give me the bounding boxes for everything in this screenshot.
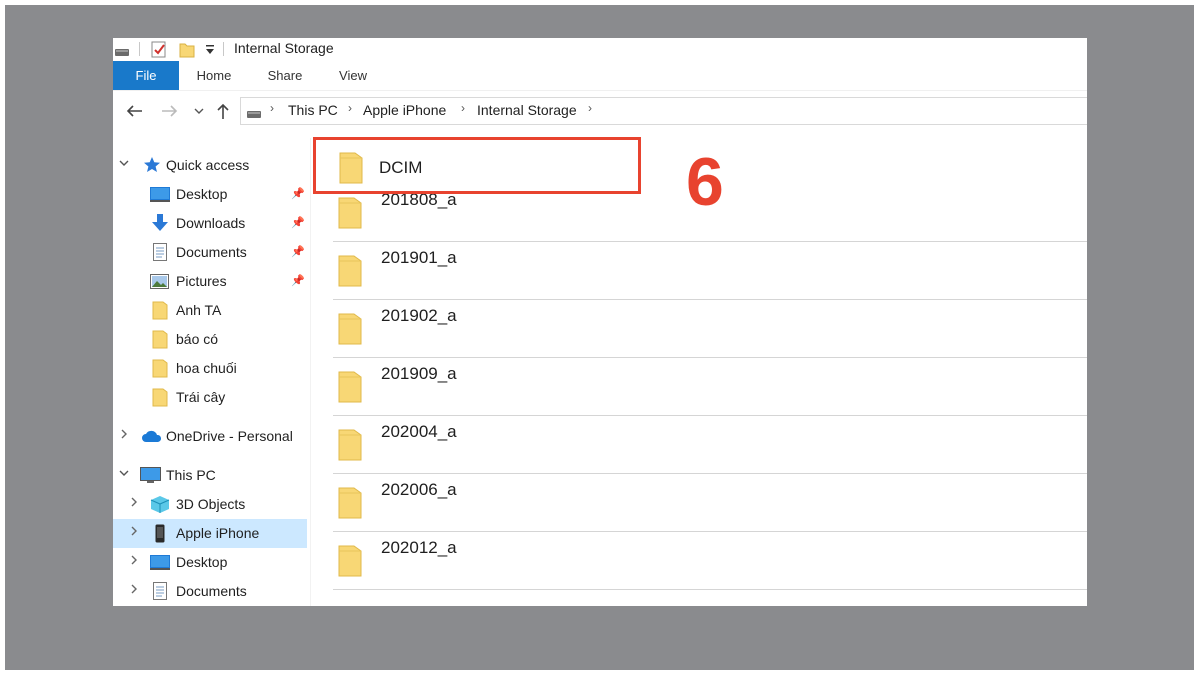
folder-icon (152, 330, 168, 354)
recent-locations-button[interactable] (192, 100, 206, 122)
forward-arrow-icon (162, 105, 178, 117)
chevron-down-icon[interactable] (119, 158, 129, 170)
folder-icon (338, 545, 362, 582)
download-arrow-icon (152, 214, 168, 237)
sidebar-item-apple-iphone[interactable]: Apple iPhone (113, 519, 307, 548)
star-icon (143, 156, 161, 178)
sidebar-item-pc-desktop[interactable]: Desktop (113, 548, 307, 577)
drive-icon (247, 106, 261, 124)
sidebar-item-trai-cay[interactable]: Trái cây (113, 383, 307, 412)
ribbon: File Home Share View (113, 61, 1087, 91)
folder-icon (338, 255, 362, 292)
chevron-down-icon (194, 108, 204, 114)
sidebar-item-bao-co[interactable]: báo có (113, 325, 307, 354)
desktop-icon (150, 187, 170, 207)
pin-icon[interactable]: 📌 (291, 274, 305, 287)
title-bar: Internal Storage (113, 38, 1087, 61)
chevron-right-icon[interactable] (130, 584, 138, 597)
sidebar-item-documents[interactable]: Documents 📌 (113, 238, 307, 267)
pictures-icon (150, 274, 169, 294)
sidebar-item-desktop[interactable]: Desktop 📌 (113, 180, 307, 209)
chevron-down-icon[interactable] (119, 468, 129, 480)
chevron-right-icon[interactable] (120, 429, 128, 442)
tab-file[interactable]: File (113, 61, 179, 90)
address-row: › This PC › Apple iPhone › Internal Stor… (113, 96, 1087, 126)
customize-toolbar-chevron-icon[interactable] (205, 43, 215, 61)
folder-icon (152, 359, 168, 383)
list-item[interactable]: 202012_a (333, 532, 1087, 590)
sidebar-item-downloads[interactable]: Downloads 📌 (113, 209, 307, 238)
list-item[interactable]: 202006_a (333, 474, 1087, 532)
tab-view[interactable]: View (327, 61, 379, 90)
sidebar-item-3d-objects[interactable]: 3D Objects (113, 490, 307, 519)
breadcrumb-this-pc[interactable]: This PC (288, 102, 338, 118)
file-explorer-window: Internal Storage File Home Share View › … (113, 38, 1087, 606)
sidebar-item-onedrive[interactable]: OneDrive - Personal (113, 422, 307, 451)
new-folder-icon[interactable] (179, 41, 195, 63)
address-bar[interactable]: › This PC › Apple iPhone › Internal Stor… (240, 97, 1087, 125)
documents-icon (153, 582, 167, 605)
tab-share[interactable]: Share (256, 61, 314, 90)
drive-icon (115, 44, 129, 62)
sidebar-item-this-pc[interactable]: This PC (113, 461, 307, 490)
chevron-right-icon[interactable] (130, 497, 138, 510)
breadcrumb-apple-iphone[interactable]: Apple iPhone (363, 102, 446, 118)
desktop-icon (150, 555, 170, 575)
list-item[interactable]: 201901_a (333, 242, 1087, 300)
step-number-annotation: 6 (686, 144, 724, 220)
folder-dcim-label: DCIM (379, 158, 423, 177)
folder-icon (338, 487, 362, 524)
tab-home[interactable]: Home (185, 61, 243, 90)
breadcrumb-separator-icon[interactable]: › (588, 101, 592, 115)
properties-icon[interactable] (151, 41, 167, 63)
back-button[interactable] (123, 100, 145, 122)
forward-button[interactable] (159, 100, 181, 122)
folder-icon (338, 313, 362, 350)
computer-icon (140, 467, 161, 489)
folder-icon (152, 301, 168, 325)
breadcrumb-separator-icon[interactable]: › (461, 101, 465, 115)
breadcrumb-internal-storage[interactable]: Internal Storage (477, 102, 577, 118)
sidebar-item-pictures[interactable]: Pictures 📌 (113, 267, 307, 296)
iphone-icon (155, 524, 165, 548)
cloud-icon (141, 430, 163, 448)
breadcrumb-separator-icon[interactable]: › (348, 101, 352, 115)
breadcrumb-separator-icon[interactable]: › (270, 101, 274, 115)
navigation-pane: Quick access Desktop 📌 Downloads 📌 Docum… (113, 151, 310, 606)
documents-icon (153, 243, 167, 266)
sidebar-item-pc-documents[interactable]: Documents (113, 577, 307, 606)
3d-objects-icon (150, 495, 170, 519)
pin-icon[interactable]: 📌 (291, 245, 305, 258)
window-title: Internal Storage (234, 40, 334, 56)
list-item[interactable]: 201902_a (333, 300, 1087, 358)
up-arrow-icon (217, 103, 229, 119)
folder-icon (338, 429, 362, 466)
sidebar-item-quick-access[interactable]: Quick access (113, 151, 307, 180)
folder-icon (339, 152, 363, 189)
back-arrow-icon (126, 105, 142, 117)
chevron-right-icon[interactable] (130, 526, 138, 539)
sidebar-item-hoa-chuoi[interactable]: hoa chuối (113, 354, 307, 383)
pin-icon[interactable]: 📌 (291, 216, 305, 229)
folder-icon (338, 197, 362, 234)
list-item[interactable]: 202004_a (333, 416, 1087, 474)
sidebar-item-anh-ta[interactable]: Anh TA (113, 296, 307, 325)
pin-icon[interactable]: 📌 (291, 187, 305, 200)
folder-icon (338, 371, 362, 408)
folder-icon (152, 388, 168, 412)
chevron-right-icon[interactable] (130, 555, 138, 568)
up-button[interactable] (213, 100, 233, 122)
list-item[interactable]: 201909_a (333, 358, 1087, 416)
folder-dcim-highlighted[interactable]: DCIM (313, 137, 641, 194)
